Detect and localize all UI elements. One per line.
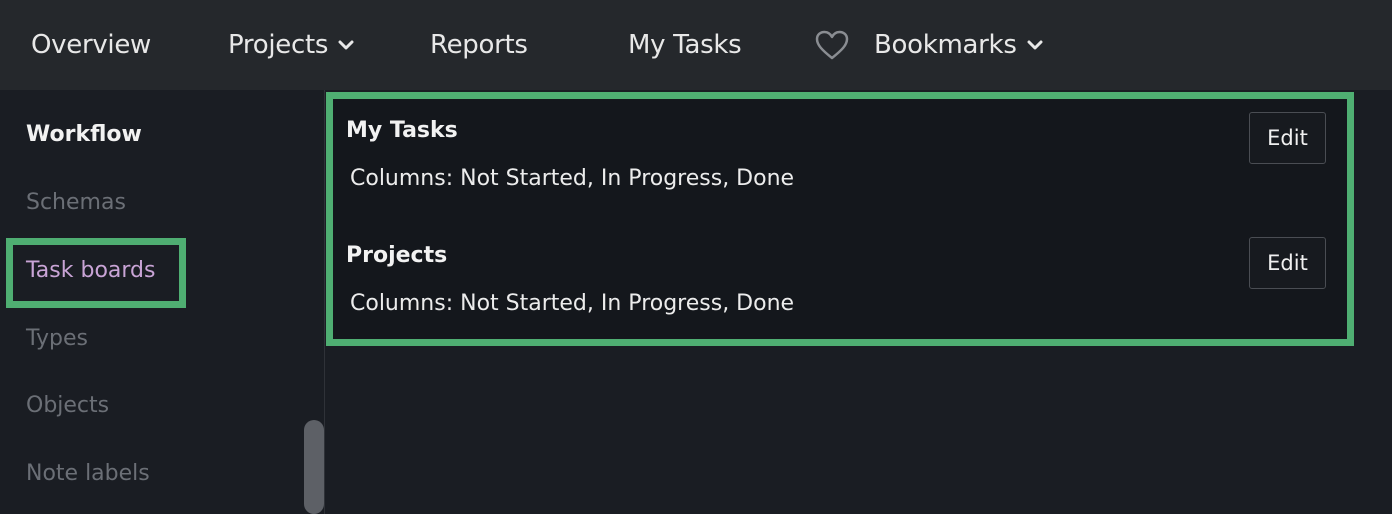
sidebar-item-objects[interactable]: Objects [26, 393, 109, 418]
sidebar-item-task-boards[interactable]: Task boards [26, 258, 155, 283]
edit-projects-button[interactable]: Edit [1249, 237, 1326, 289]
sidebar-scrollbar[interactable] [304, 420, 324, 514]
nav-bookmarks[interactable]: Bookmarks [814, 0, 1043, 90]
top-navigation-bar: Overview Projects Reports My Tasks Bookm… [0, 0, 1392, 90]
nav-my-tasks-label: My Tasks [628, 30, 742, 60]
nav-overview[interactable]: Overview [31, 0, 151, 90]
nav-reports[interactable]: Reports [430, 0, 528, 90]
nav-overview-label: Overview [31, 30, 152, 60]
sidebar-item-schemas[interactable]: Schemas [26, 190, 126, 215]
chevron-down-icon [1027, 39, 1043, 51]
board-columns-projects: Columns: Not Started, In Progress, Done [350, 291, 795, 316]
nav-bookmarks-label: Bookmarks [874, 30, 1017, 60]
board-columns-my-tasks: Columns: Not Started, In Progress, Done [350, 166, 795, 191]
sidebar-item-note-labels[interactable]: Note labels [26, 461, 150, 486]
board-title-my-tasks: My Tasks [346, 118, 458, 143]
sidebar-item-types[interactable]: Types [26, 326, 88, 351]
nav-projects[interactable]: Projects [228, 0, 354, 90]
nav-reports-label: Reports [430, 30, 528, 60]
heart-icon [814, 29, 850, 61]
edit-my-tasks-button[interactable]: Edit [1249, 112, 1326, 164]
nav-projects-label: Projects [228, 30, 329, 60]
nav-my-tasks[interactable]: My Tasks [628, 0, 742, 90]
sidebar-heading: Workflow [26, 122, 142, 147]
chevron-down-icon [338, 39, 354, 51]
task-boards-list: My Tasks Columns: Not Started, In Progre… [326, 92, 1354, 346]
board-title-projects: Projects [346, 243, 448, 268]
